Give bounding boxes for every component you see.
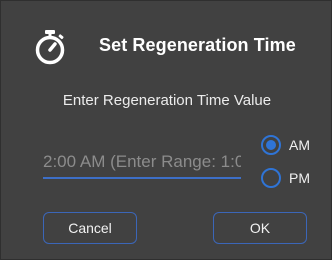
dialog-header: Set Regeneration Time [1,27,332,67]
radio-pm-indicator[interactable] [261,168,281,188]
radio-pm-label: PM [289,170,310,186]
radio-am-indicator[interactable] [261,135,281,155]
cancel-button[interactable]: Cancel [43,212,137,244]
regeneration-time-dialog: Set Regeneration Time Enter Regeneration… [0,0,332,260]
ok-button[interactable]: OK [213,212,307,244]
timer-icon [33,29,67,65]
dialog-title: Set Regeneration Time [99,35,296,55]
time-input[interactable] [43,149,241,175]
radio-am[interactable]: AM [261,132,310,158]
prompt-label: Enter Regeneration Time Value [62,92,272,109]
radio-pm[interactable]: PM [261,165,310,191]
time-input-container [43,149,241,179]
radio-am-label: AM [289,137,310,153]
